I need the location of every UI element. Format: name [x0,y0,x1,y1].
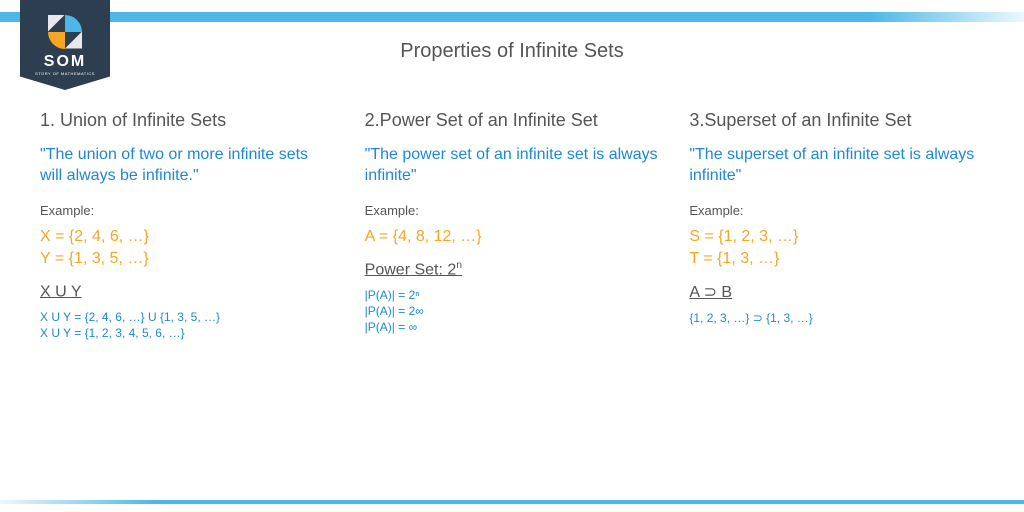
example-label: Example: [365,203,660,218]
property-quote: "The union of two or more infinite sets … [40,145,335,187]
column-superset: 3.Superset of an Infinite Set "The super… [689,110,984,341]
column-heading: 2.Power Set of an Infinite Set [365,110,660,131]
brand-tagline: STORY OF MATHEMATICS [35,71,95,76]
properties-columns: 1. Union of Infinite Sets "The union of … [40,110,984,341]
set-definition: X = {2, 4, 6, …} [40,228,335,246]
property-quote: "The power set of an infinite set is alw… [365,145,660,187]
set-definition: A = {4, 8, 12, …} [365,228,660,246]
brand-badge: SOM STORY OF MATHEMATICS [20,0,110,90]
set-definition: Y = {1, 3, 5, …} [40,250,335,268]
bottom-accent-bar [0,500,1024,504]
column-union: 1. Union of Infinite Sets "The union of … [40,110,335,341]
set-definition: S = {1, 2, 3, …} [689,228,984,246]
detail-line: {1, 2, 3, …} ⊃ {1, 3, …} [689,310,984,326]
example-label: Example: [689,203,984,218]
detail-line: |P(A)| = ∞ [365,319,660,335]
detail-line: |P(A)| = 2∞ [365,303,660,319]
set-definition: T = {1, 3, …} [689,250,984,268]
detail-line: X U Y = {2, 4, 6, …} U {1, 3, 5, …} [40,309,335,325]
detail-line: X U Y = {1, 2, 3, 4, 5, 6, …} [40,325,335,341]
column-heading: 1. Union of Infinite Sets [40,110,335,131]
property-quote: "The superset of an infinite set is alwa… [689,145,984,187]
brand-name: SOM [44,53,86,71]
page-title: Properties of Infinite Sets [0,40,1024,63]
rule-heading: Power Set: 2n [365,260,660,279]
rule-heading: A ⊃ B [689,282,984,302]
example-label: Example: [40,203,335,218]
column-heading: 3.Superset of an Infinite Set [689,110,984,131]
detail-line: |P(A)| = 2ⁿ [365,287,660,303]
top-accent-bar [0,12,1024,22]
brand-icon [48,15,82,49]
rule-heading: X U Y [40,282,335,301]
column-power-set: 2.Power Set of an Infinite Set "The powe… [365,110,660,341]
